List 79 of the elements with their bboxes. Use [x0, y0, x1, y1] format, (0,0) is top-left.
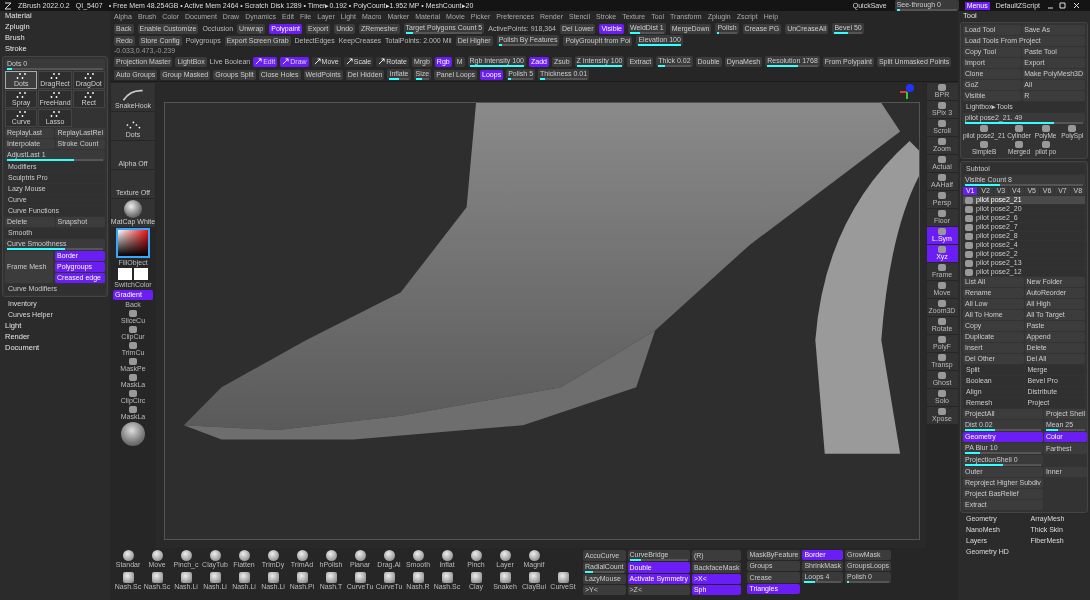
- brush-icon: [129, 390, 137, 397]
- brush-sphere-icon: [499, 550, 511, 561]
- material-sphere-icon: [124, 200, 142, 218]
- brush-sphere-icon: [354, 550, 366, 561]
- axis-gizmo-icon[interactable]: [898, 83, 916, 101]
- view-icon: [938, 210, 946, 217]
- brush-sphere-icon: [296, 550, 308, 561]
- dots-icon: [49, 110, 61, 118]
- arrow-icon: [345, 58, 353, 65]
- view-icon: [938, 228, 946, 235]
- view-icon: [938, 246, 946, 253]
- view-icon: [938, 354, 946, 361]
- dots-icon: [15, 110, 28, 118]
- brush-icon: [267, 572, 279, 583]
- brush-icon: [296, 572, 308, 583]
- brush-icon: [129, 406, 137, 413]
- brush-icon: [354, 572, 366, 583]
- view-icon: [938, 84, 946, 91]
- brush-sphere-icon: [441, 550, 453, 561]
- brush-icon: [383, 572, 395, 583]
- view-icon: [938, 102, 946, 109]
- view-icon: [938, 192, 946, 199]
- view-icon: [938, 408, 946, 415]
- view-icon: [938, 138, 946, 145]
- arrow-icon: [282, 58, 290, 65]
- dots-icon: [82, 91, 95, 99]
- app-logo-icon: [4, 1, 12, 10]
- brush-icon: [528, 572, 540, 583]
- tool-icon: [1068, 125, 1077, 132]
- view-icon: [938, 372, 946, 379]
- color-picker[interactable]: [118, 230, 148, 256]
- brush-sphere-icon: [528, 550, 540, 561]
- view-icon: [938, 282, 946, 289]
- brush-icon: [129, 326, 137, 333]
- brush-icon: [325, 572, 337, 583]
- brush-icon: [129, 358, 137, 365]
- brush-icon: [412, 572, 424, 583]
- dots-icon: [49, 91, 61, 99]
- view-icon: [938, 156, 946, 163]
- brush-sphere-icon: [151, 550, 163, 561]
- brush-icon: [129, 374, 137, 381]
- brush-sphere-icon: [180, 550, 192, 561]
- sphere-icon: [121, 422, 145, 446]
- arrow-icon: [313, 58, 321, 65]
- view-icon: [938, 300, 946, 307]
- brush-sphere-icon: [209, 550, 221, 561]
- view-icon: [938, 174, 946, 181]
- view-icon: [938, 336, 946, 343]
- brush-sphere-icon: [383, 550, 395, 561]
- brush-sphere-icon: [325, 550, 337, 561]
- brush-icon: [180, 572, 192, 583]
- brush-icon: [470, 572, 482, 583]
- brush-icon: [122, 572, 134, 583]
- brush-icon: [557, 572, 569, 583]
- brush-icon: [129, 342, 137, 349]
- dots-icon: [15, 91, 28, 99]
- brush-icon: [499, 572, 511, 583]
- brush-sphere-icon: [238, 550, 250, 561]
- brush-sphere-icon: [122, 550, 134, 561]
- dots-icon: [15, 72, 28, 80]
- brush-sphere-icon: [267, 550, 279, 561]
- brush-icon: [129, 310, 137, 317]
- brush-sphere-icon: [412, 550, 424, 561]
- view-icon: [938, 264, 946, 271]
- brush-stroke-icon: [120, 88, 146, 102]
- brush-icon: [238, 572, 250, 583]
- view-icon: [938, 120, 946, 127]
- arrow-icon: [255, 58, 263, 65]
- color-swatch[interactable]: [134, 268, 148, 280]
- dots-icon: [82, 72, 95, 80]
- brush-icon: [209, 572, 221, 583]
- arrow-icon: [378, 58, 386, 65]
- brush-icon: [441, 572, 453, 583]
- view-icon: [938, 390, 946, 397]
- dots-icon: [49, 72, 61, 80]
- color-swatch[interactable]: [118, 268, 132, 280]
- brush-icon: [151, 572, 163, 583]
- brush-sphere-icon: [470, 550, 482, 561]
- view-icon: [938, 318, 946, 325]
